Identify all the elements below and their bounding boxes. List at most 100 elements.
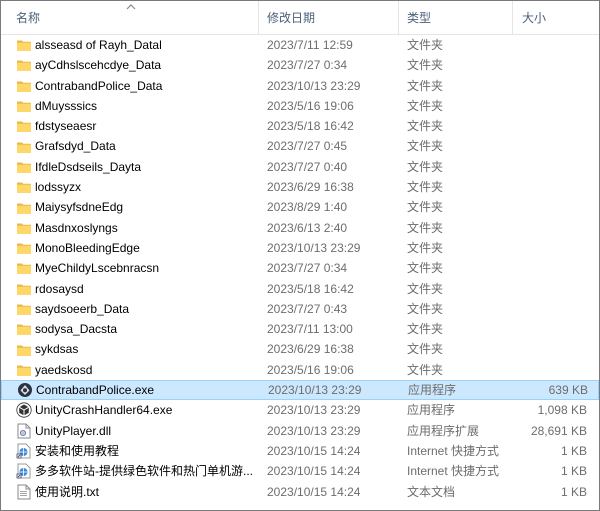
file-row[interactable]: MonoBleedingEdge 2023/10/13 23:29 文件夹 — [1, 238, 599, 258]
file-row[interactable]: lodssyzx 2023/6/29 16:38 文件夹 — [1, 177, 599, 197]
file-row[interactable]: 多多软件站-提供绿色软件和热门单机游... 2023/10/15 14:24 Int… — [1, 461, 599, 481]
file-name: ayCdhslscehcdye_Data — [35, 58, 162, 73]
file-size — [517, 319, 587, 339]
file-name: fdstyseaesr — [35, 119, 97, 134]
file-type: 应用程序扩展 — [407, 423, 480, 438]
file-row[interactable]: 安装和使用教程 2023/10/15 14:24 Internet 快捷方式 1 KB — [1, 441, 599, 461]
file-modified-date: 2023/6/13 2:40 — [267, 220, 348, 235]
file-type: 文件夹 — [407, 38, 444, 52]
file-size — [517, 360, 587, 380]
file-size — [517, 258, 587, 278]
file-row[interactable]: IfdleDsdseils_Dayta 2023/7/27 0:40 文件夹 — [1, 157, 599, 177]
file-size: 1 KB — [560, 484, 587, 499]
file-modified-date: 2023/7/27 0:34 — [267, 261, 348, 276]
file-type: Internet 快捷方式 — [407, 464, 500, 479]
column-divider[interactable] — [512, 1, 513, 34]
folder-icon — [16, 76, 32, 96]
file-row[interactable]: yaedskosd 2023/5/16 19:06 文件夹 — [1, 360, 599, 380]
file-row[interactable]: dMuysssics 2023/5/16 19:06 文件夹 — [1, 96, 599, 116]
file-modified-date: 2023/6/29 16:38 — [267, 180, 354, 195]
file-name: Masdnxoslyngs — [35, 220, 118, 235]
file-size — [517, 177, 587, 197]
file-name: rdosaysd — [35, 281, 84, 296]
file-type: Internet 快捷方式 — [407, 443, 500, 458]
file-size: 639 KB — [548, 383, 588, 398]
file-modified-date: 2023/5/18 16:42 — [267, 281, 354, 296]
column-divider[interactable] — [398, 1, 399, 34]
game-exe-icon — [17, 381, 33, 399]
file-type: 文件夹 — [407, 301, 444, 316]
file-type: 文件夹 — [407, 98, 444, 113]
file-name: ContrabandPolice_Data — [35, 78, 163, 93]
file-name: MyeChildyLscebnracsn — [35, 261, 160, 276]
file-modified-date: 2023/6/29 16:38 — [267, 342, 354, 357]
file-name: IfdleDsdseils_Dayta — [35, 159, 142, 174]
file-row[interactable]: rdosaysd 2023/5/18 16:42 文件夹 — [1, 279, 599, 299]
file-row[interactable]: fdstyseaesr 2023/5/18 16:42 文件夹 — [1, 116, 599, 136]
file-type: 文件夹 — [407, 78, 444, 93]
file-row[interactable]: sodysa_Dacsta 2023/7/11 13:00 文件夹 — [1, 319, 599, 339]
file-type: 文本文档 — [407, 484, 456, 499]
file-modified-date: 2023/5/16 19:06 — [267, 98, 354, 113]
file-row[interactable]: MyeChildyLscebnracsn 2023/7/27 0:34 文件夹 — [1, 258, 599, 278]
file-modified-date: 2023/5/18 16:42 — [267, 119, 354, 134]
file-name: MaiysyfsdneEdg — [35, 200, 124, 215]
file-type: 文件夹 — [407, 261, 444, 276]
file-row[interactable]: Masdnxoslyngs 2023/6/13 2:40 文件夹 — [1, 218, 599, 238]
folder-icon — [16, 35, 32, 55]
file-type: 文件夹 — [407, 139, 444, 154]
file-modified-date: 2023/10/15 14:24 — [267, 443, 361, 458]
folder-icon — [16, 218, 32, 238]
file-type: 文件夹 — [407, 180, 444, 195]
file-name: MonoBleedingEdge — [35, 240, 140, 255]
file-row[interactable]: 使用说明.txt 2023/10/15 14:24 文本文档 1 KB — [1, 482, 599, 502]
file-row[interactable]: saydsoeerb_Data 2023/7/27 0:43 文件夹 — [1, 299, 599, 319]
file-row[interactable]: MaiysyfsdneEdg 2023/8/29 1:40 文件夹 — [1, 197, 599, 217]
folder-icon — [16, 136, 32, 156]
folder-icon — [16, 197, 32, 217]
file-row[interactable]: ContrabandPolice_Data 2023/10/13 23:29 文件夹 — [1, 76, 599, 96]
column-header-name[interactable]: 名称 — [16, 1, 256, 34]
file-modified-date: 2023/7/27 0:34 — [267, 58, 348, 73]
file-row[interactable]: Grafsdyd_Data 2023/7/27 0:45 文件夹 — [1, 136, 599, 156]
folder-icon — [16, 319, 32, 339]
file-modified-date: 2023/5/16 19:06 — [267, 362, 354, 377]
column-divider[interactable] — [258, 1, 259, 34]
file-type: 文件夹 — [407, 58, 444, 73]
file-type: 文件夹 — [407, 159, 444, 174]
file-size — [517, 279, 587, 299]
file-rows: alsseasd of Rayh_Datal 2023/7/11 12:59 文件夹… — [1, 35, 599, 502]
file-size — [517, 157, 587, 177]
file-modified-date: 2023/7/11 12:59 — [267, 38, 353, 52]
file-size — [517, 96, 587, 116]
folder-icon — [16, 339, 32, 359]
column-header-date[interactable]: 修改日期 — [267, 1, 397, 34]
file-type: 应用程序 — [408, 383, 457, 398]
file-row[interactable]: UnityPlayer.dll 2023/10/13 23:29 应用程序扩展 28,… — [1, 421, 599, 441]
file-row[interactable]: ayCdhslscehcdye_Data 2023/7/27 0:34 文件夹 — [1, 55, 599, 75]
file-size — [517, 238, 587, 258]
file-name: yaedskosd — [35, 362, 93, 377]
file-modified-date: 2023/7/27 0:40 — [267, 159, 348, 174]
file-row[interactable]: ContrabandPolice.exe 2023/10/13 23:29 应用程序… — [1, 380, 599, 401]
column-header-size[interactable]: 大小 — [522, 1, 592, 34]
file-row[interactable]: sykdsas 2023/6/29 16:38 文件夹 — [1, 339, 599, 359]
folder-icon — [16, 96, 32, 116]
sort-ascending-icon — [126, 4, 136, 10]
folder-icon — [16, 238, 32, 258]
file-type: 文件夹 — [407, 342, 444, 357]
file-row[interactable]: alsseasd of Rayh_Datal 2023/7/11 12:59 文件夹 — [1, 35, 599, 55]
folder-icon — [16, 116, 32, 136]
folder-icon — [16, 55, 32, 75]
file-modified-date: 2023/10/15 14:24 — [267, 464, 361, 479]
column-header-type[interactable]: 类型 — [407, 1, 507, 34]
file-name: lodssyzx — [35, 180, 82, 195]
file-name: sykdsas — [35, 342, 79, 357]
file-name: UnityCrashHandler64.exe — [35, 403, 173, 418]
file-modified-date: 2023/8/29 1:40 — [267, 200, 348, 215]
file-name: dMuysssics — [35, 98, 98, 113]
file-explorer-list: 名称 修改日期 类型 大小 alsseasd of Rayh_Datal 2023… — [0, 0, 600, 511]
file-row[interactable]: UnityCrashHandler64.exe 2023/10/13 23:29 应… — [1, 400, 599, 420]
file-type: 文件夹 — [407, 240, 444, 255]
file-size: 28,691 KB — [530, 423, 587, 438]
